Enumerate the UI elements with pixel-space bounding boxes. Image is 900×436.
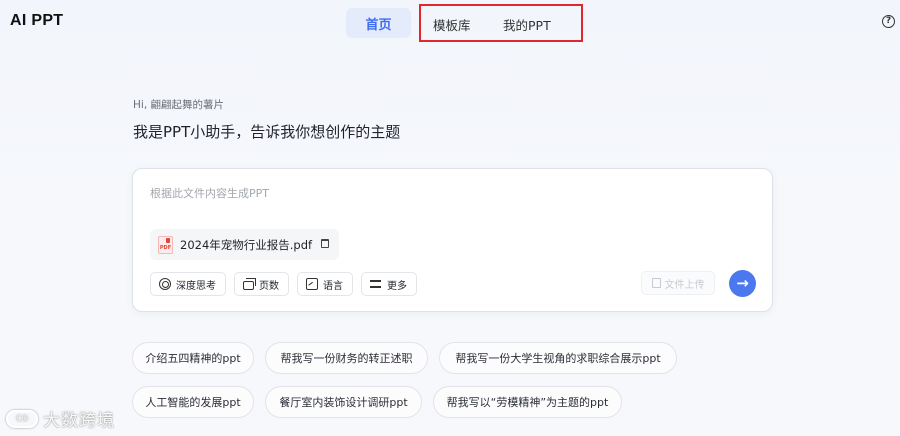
deep-think-button[interactable]: 深度思考 [150, 272, 226, 296]
watermark-logo: CO [6, 409, 38, 428]
deep-think-label: 深度思考 [176, 280, 216, 292]
pages-button[interactable]: 页数 [234, 272, 289, 296]
suggestion-chip[interactable]: 人工智能的发展ppt [132, 386, 254, 418]
prompt-input[interactable]: 根据此文件内容生成PPT [150, 185, 269, 201]
brain-icon [159, 278, 171, 290]
more-button[interactable]: 更多 [361, 272, 417, 296]
language-button[interactable]: 语言 [297, 272, 353, 296]
suggestion-chip[interactable]: 介绍五四精神的ppt [132, 342, 254, 374]
delete-icon[interactable] [321, 239, 329, 248]
more-label: 更多 [387, 280, 407, 292]
app-logo[interactable]: AI PPT [10, 12, 63, 30]
file-upload-button[interactable]: 文件上传 [641, 271, 715, 295]
attached-file-chip[interactable]: PDF 2024年宠物行业报告.pdf [150, 229, 339, 260]
arrow-right-icon: → [736, 274, 749, 292]
greeting-text: Hi, 翩翩起舞的薯片 [133, 99, 224, 111]
suggestion-chip[interactable]: 帮我写以“劳模精神”为主题的ppt [433, 386, 622, 418]
pdf-file-icon: PDF [158, 235, 173, 254]
page-headline: 我是PPT小助手，告诉我你想创作的主题 [133, 123, 401, 141]
suggestion-chip[interactable]: 帮我写一份财务的转正述职 [265, 342, 428, 374]
suggestion-chip[interactable]: 餐厅室内装饰设计调研ppt [265, 386, 422, 418]
language-icon [306, 278, 318, 290]
top-nav: 首页 模板库 我的PPT [346, 4, 583, 42]
nav-templates-tab[interactable]: 模板库 [433, 15, 471, 34]
pages-icon [243, 277, 256, 290]
nav-my-ppt-tab[interactable]: 我的PPT [503, 15, 551, 34]
suggestion-chip[interactable]: 帮我写一份大学生视角的求职综合展示ppt [439, 342, 677, 374]
nav-home-tab[interactable]: 首页 [346, 8, 411, 38]
file-upload-label: 文件上传 [664, 279, 705, 291]
attached-file-name: 2024年宠物行业报告.pdf [180, 237, 313, 252]
watermark: CO 大数跨境 [6, 406, 115, 431]
prompt-card: 根据此文件内容生成PPT PDF 2024年宠物行业报告.pdf 深度思考 页数… [132, 168, 773, 312]
help-icon[interactable]: ? [882, 15, 895, 28]
watermark-text: 大数跨境 [43, 411, 115, 431]
send-button[interactable]: → [729, 270, 756, 297]
language-label: 语言 [323, 280, 343, 292]
tool-row: 深度思考 页数 语言 更多 [150, 272, 425, 296]
pages-label: 页数 [259, 280, 279, 292]
sliders-icon [370, 278, 382, 290]
upload-icon [651, 278, 661, 288]
